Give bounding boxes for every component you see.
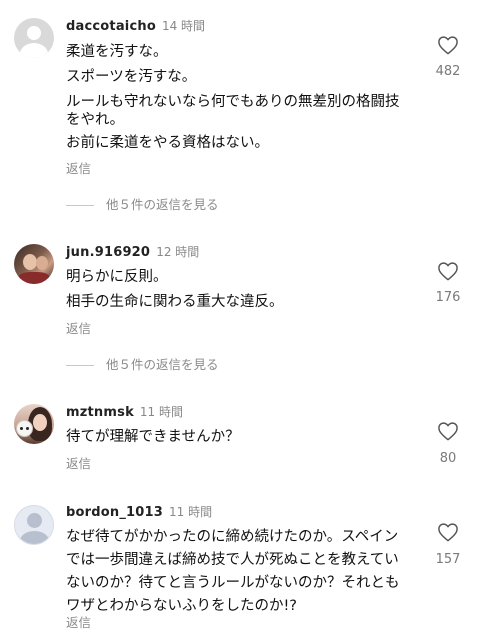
heart-icon[interactable] bbox=[437, 421, 459, 441]
avatar-head-shape bbox=[27, 26, 41, 40]
view-more-replies-label: 他５件の返信を見る bbox=[106, 197, 219, 212]
avatar-photo-face bbox=[23, 254, 37, 270]
avatar-photo-face bbox=[36, 256, 48, 270]
avatar[interactable] bbox=[14, 505, 54, 545]
comment-text-line: スポーツを汚すな。 bbox=[66, 69, 197, 85]
divider bbox=[66, 205, 94, 206]
avatar[interactable] bbox=[14, 18, 54, 58]
avatar-body-shape bbox=[20, 43, 48, 58]
timestamp: 14 時間 bbox=[161, 19, 206, 33]
comment-text-line: をやれ。 bbox=[66, 112, 125, 128]
reply-button[interactable]: 返信 bbox=[66, 158, 91, 177]
username[interactable]: daccotaicho bbox=[66, 19, 156, 34]
view-more-replies[interactable]: 他５件の返信を見る bbox=[66, 194, 219, 212]
timestamp: 11 時間 bbox=[169, 505, 213, 519]
avatar-body-shape bbox=[20, 531, 49, 544]
comment-text-line: ワザとわからないふりをしたのか!? bbox=[66, 598, 298, 614]
like-count: 157 bbox=[435, 552, 461, 567]
avatar[interactable] bbox=[14, 404, 54, 444]
like-count: 482 bbox=[435, 64, 461, 79]
comment-header: jun.916920 12 時間 bbox=[66, 243, 199, 260]
view-more-replies[interactable]: 他５件の返信を見る bbox=[66, 354, 219, 372]
comment-text-line: ないのか？待てと言うルールがないのか？それとも bbox=[66, 575, 400, 591]
comment-text-line: 柔道を汚すな。 bbox=[66, 44, 168, 60]
comment-text-line: では一歩間違えば締め技で人が死ぬことを教えてい bbox=[66, 552, 399, 568]
timestamp: 11 時間 bbox=[139, 405, 184, 419]
like-count: 80 bbox=[439, 451, 457, 466]
divider bbox=[66, 365, 94, 366]
comment-text-line: お前に柔道をやる資格はない。 bbox=[66, 135, 269, 151]
comment-text-line: 明らかに反則。 bbox=[66, 269, 168, 285]
comment-header: bordon_1013 11 時間 bbox=[66, 503, 212, 520]
like-count: 176 bbox=[435, 290, 461, 305]
comment-text-line: 待てが理解できませんか？ bbox=[66, 429, 240, 445]
reply-button[interactable]: 返信 bbox=[66, 453, 91, 472]
heart-icon[interactable] bbox=[437, 35, 459, 55]
comment-header: mztnmsk 11 時間 bbox=[66, 403, 183, 420]
timestamp: 12 時間 bbox=[156, 245, 200, 259]
avatar-photo-face bbox=[33, 414, 47, 431]
comment-text-line: なぜ待てがかかったのに締め続けたのか。スペイン bbox=[66, 529, 399, 545]
heart-icon[interactable] bbox=[437, 522, 459, 542]
username[interactable]: jun.916920 bbox=[66, 245, 150, 260]
comment-text-line: 相手の生命に関わる重大な違反。 bbox=[66, 294, 284, 310]
view-more-replies-label: 他５件の返信を見る bbox=[106, 357, 219, 372]
avatar-head-shape bbox=[27, 513, 42, 528]
reply-button[interactable]: 返信 bbox=[66, 318, 91, 337]
heart-icon[interactable] bbox=[437, 261, 459, 281]
reply-button[interactable]: 返信 bbox=[66, 612, 91, 631]
avatar-photo-toy bbox=[16, 420, 33, 437]
avatar[interactable] bbox=[14, 244, 54, 284]
comment-header: daccotaicho 14 時間 bbox=[66, 17, 205, 34]
username[interactable]: bordon_1013 bbox=[66, 505, 163, 520]
username[interactable]: mztnmsk bbox=[66, 405, 134, 420]
avatar-photo-shirt bbox=[18, 272, 50, 284]
